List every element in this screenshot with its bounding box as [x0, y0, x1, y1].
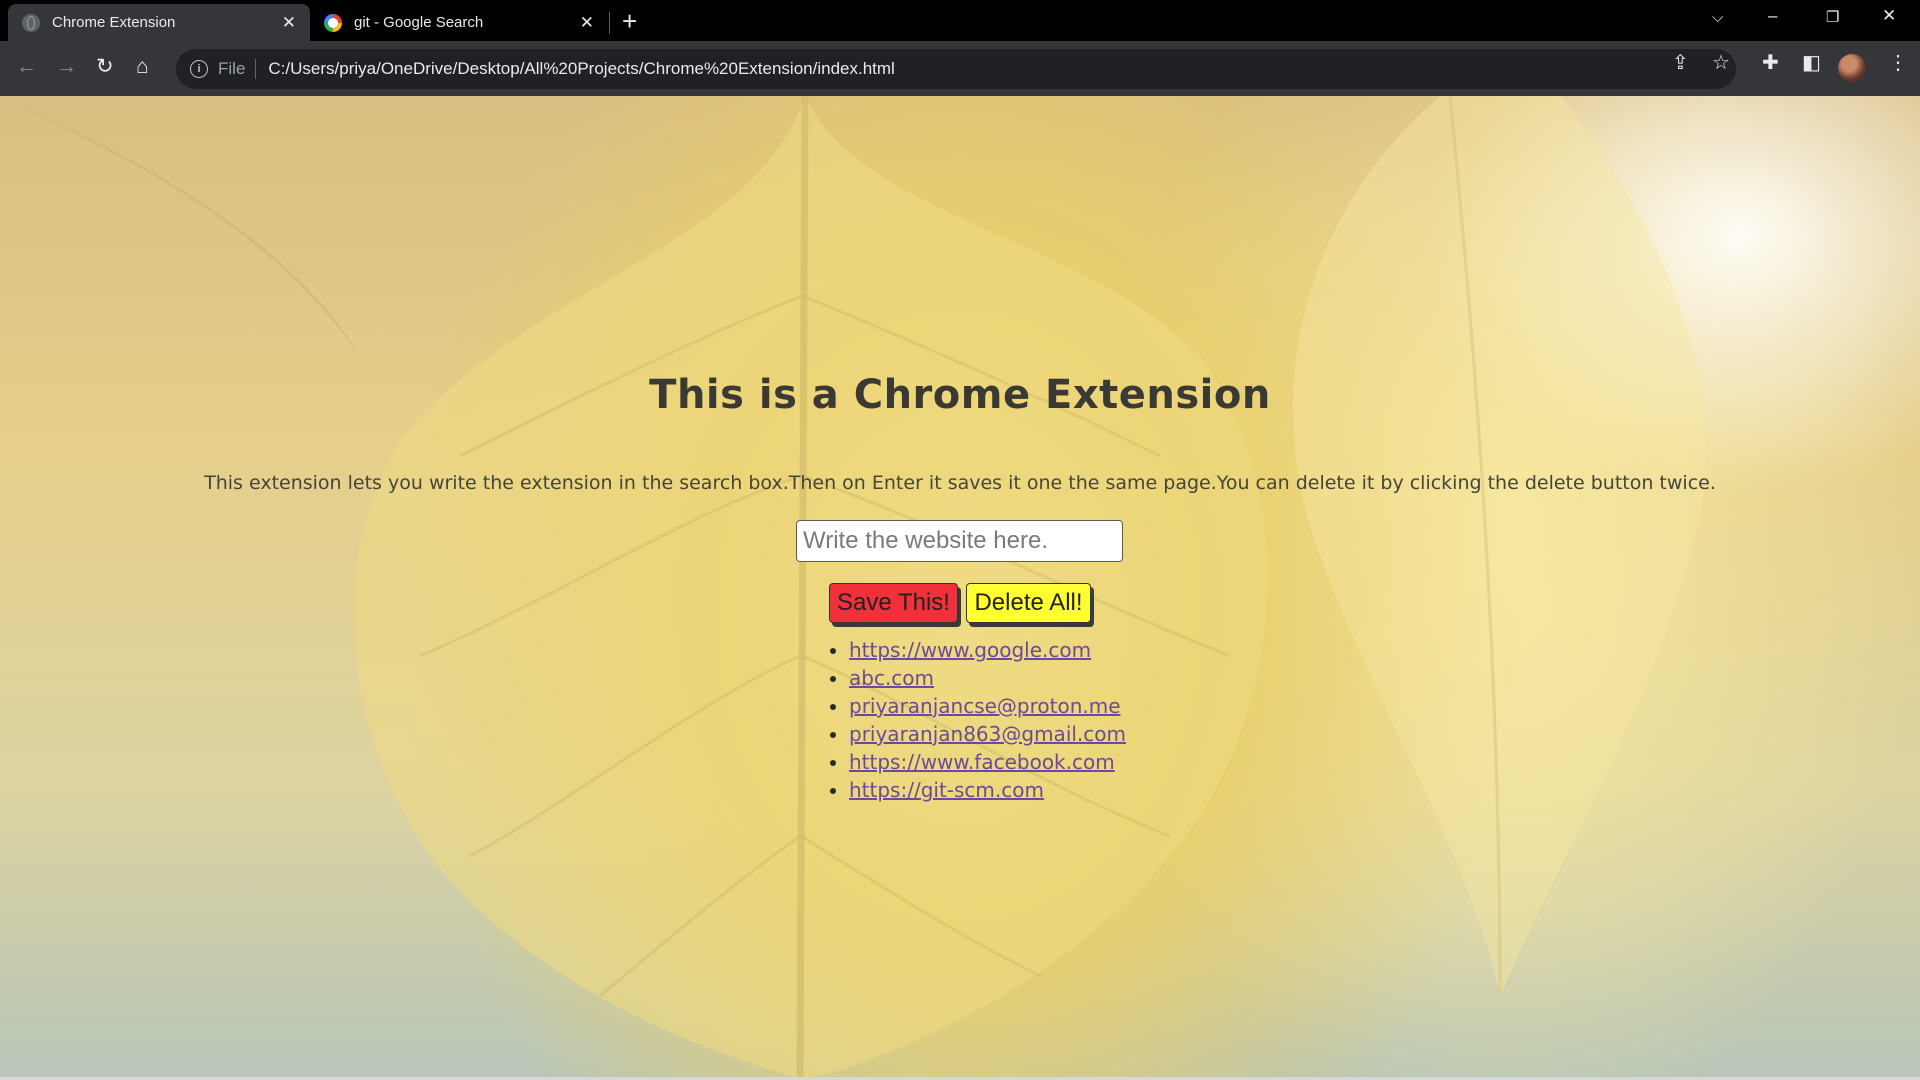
menu-kebab-icon[interactable]: ⋮ — [1888, 50, 1908, 75]
saved-link[interactable]: https://www.google.com — [849, 638, 1091, 662]
tab-chrome-extension[interactable]: Chrome Extension ✕ — [8, 4, 310, 41]
saved-link[interactable]: priyaranjancse@proton.me — [849, 694, 1121, 718]
extensions-puzzle-icon[interactable]: ✚ — [1762, 50, 1779, 75]
window-close-icon[interactable]: ✕ — [1882, 6, 1896, 26]
close-icon[interactable]: ✕ — [282, 13, 296, 33]
tab-strip: Chrome Extension ✕ git - Google Search ✕… — [0, 0, 1920, 41]
url-text[interactable]: C:/Users/priya/OneDrive/Desktop/All%20Pr… — [268, 59, 894, 79]
address-bar[interactable]: i File C:/Users/priya/OneDrive/Desktop/A… — [176, 49, 1736, 89]
save-button[interactable]: Save This! — [829, 583, 958, 623]
tab-title: Chrome Extension — [52, 14, 176, 31]
list-item: https://www.google.com — [849, 636, 1126, 664]
saved-links-list: https://www.google.com abc.com priyaranj… — [820, 636, 1126, 804]
back-icon[interactable]: ← — [16, 55, 37, 79]
reload-icon[interactable]: ↻ — [96, 55, 114, 79]
page-description: This extension lets you write the extens… — [204, 472, 1716, 494]
leaf-background-image — [0, 96, 1706, 1080]
list-item: priyaranjan863@gmail.com — [849, 720, 1126, 748]
tab-git-google-search[interactable]: git - Google Search ✕ — [310, 4, 608, 41]
home-icon[interactable]: ⌂ — [136, 55, 149, 79]
profile-avatar[interactable] — [1838, 54, 1866, 82]
saved-link[interactable]: https://git-scm.com — [849, 778, 1044, 802]
new-tab-button[interactable]: + — [622, 7, 637, 35]
website-input[interactable] — [796, 520, 1123, 562]
globe-icon — [22, 13, 40, 32]
list-item: https://git-scm.com — [849, 776, 1126, 804]
minimize-icon[interactable]: – — [1768, 6, 1777, 26]
tab-search-icon[interactable]: ⌵ — [1712, 9, 1723, 26]
page-viewport: This is a Chrome Extension This extensio… — [0, 96, 1920, 1080]
restore-icon[interactable]: ❐ — [1826, 8, 1839, 26]
divider — [255, 59, 257, 79]
tab-title: git - Google Search — [354, 14, 484, 31]
page-title: This is a Chrome Extension — [649, 372, 1271, 418]
saved-link[interactable]: abc.com — [849, 666, 934, 690]
side-panel-icon[interactable]: ◧ — [1802, 50, 1821, 75]
browser-toolbar: ← → ↻ ⌂ i File C:/Users/priya/OneDrive/D… — [0, 41, 1920, 96]
info-icon[interactable]: i — [190, 60, 208, 78]
saved-link[interactable]: priyaranjan863@gmail.com — [849, 722, 1126, 746]
close-icon[interactable]: ✕ — [580, 13, 594, 33]
saved-link[interactable]: https://www.facebook.com — [849, 750, 1115, 774]
url-scheme: File — [218, 59, 246, 78]
share-icon[interactable]: ⇪ — [1672, 50, 1689, 75]
list-item: https://www.facebook.com — [849, 748, 1126, 776]
google-icon — [324, 13, 342, 32]
list-item: abc.com — [849, 664, 1126, 692]
delete-all-button[interactable]: Delete All! — [966, 583, 1091, 623]
tab-separator — [609, 12, 610, 34]
bookmark-star-icon[interactable]: ☆ — [1712, 50, 1730, 75]
list-item: priyaranjancse@proton.me — [849, 692, 1126, 720]
forward-icon[interactable]: → — [56, 55, 77, 79]
